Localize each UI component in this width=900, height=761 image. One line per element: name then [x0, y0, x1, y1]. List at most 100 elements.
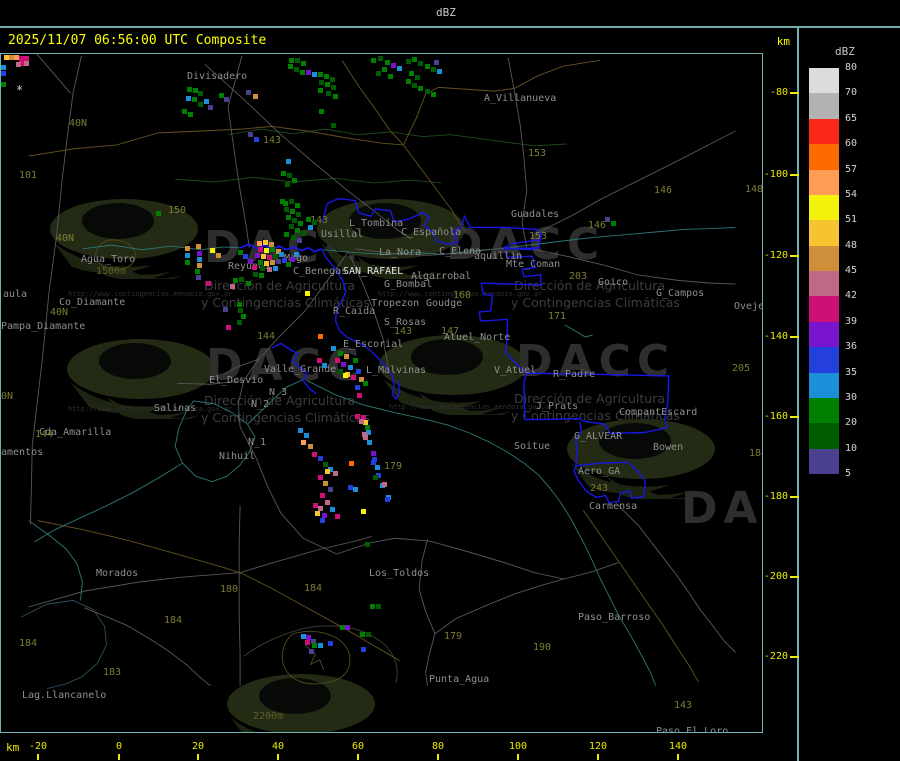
radar-pixel	[331, 85, 336, 90]
legend-value-label: 10	[845, 442, 858, 454]
radar-pixel	[312, 452, 317, 457]
radar-pixel	[243, 254, 248, 259]
radar-pixel	[319, 109, 324, 114]
legend-value-label: 39	[845, 315, 858, 327]
right-axis-label: -180	[763, 491, 788, 502]
legend-color-45	[809, 271, 839, 297]
place-label: El_Desvio	[209, 375, 264, 386]
legend-color-20	[809, 423, 839, 449]
place-label: J_Prats	[536, 401, 579, 412]
route-number-label: 205	[732, 363, 751, 374]
radar-pixel	[308, 225, 313, 230]
right-axis-label: -140	[763, 331, 788, 342]
radar-pixel	[611, 221, 616, 226]
radar-pixel	[273, 266, 278, 271]
bottom-axis-label: 100	[508, 741, 528, 752]
rivers-layer	[175, 128, 567, 184]
radar-pixel	[406, 59, 411, 64]
bottom-axis-label: 20	[191, 741, 205, 752]
place-label: CompantEscard	[619, 407, 698, 418]
legend-value-label: 57	[845, 163, 858, 175]
legend-color-48	[809, 245, 839, 271]
radar-pixel	[431, 67, 436, 72]
right-axis-tick	[790, 336, 799, 338]
route-number-label: 179	[444, 631, 463, 642]
legend-color-51	[809, 220, 839, 246]
legend-value-label: 36	[845, 341, 858, 353]
radar-pixel	[315, 511, 320, 516]
right-axis-tick	[790, 656, 799, 658]
radar-pixel	[367, 440, 372, 445]
radar-pixel	[198, 91, 203, 96]
radar-pixel	[361, 509, 366, 514]
radar-pixel	[325, 469, 330, 474]
radar-pixel	[237, 320, 242, 325]
radar-pixel	[298, 428, 303, 433]
legend-value-label: 30	[845, 391, 858, 403]
radar-app: { "titlebar": {"title": "dBZ"}, "statusb…	[0, 0, 900, 761]
radar-pixel	[286, 215, 291, 220]
radar-pixel	[223, 307, 228, 312]
radar-pixel	[323, 481, 328, 486]
radar-pixel	[290, 209, 295, 214]
right-axis-tick	[790, 255, 799, 257]
radar-pixel	[341, 362, 346, 367]
route-number-label: 144	[35, 429, 54, 440]
radar-pixel	[294, 67, 299, 72]
radar-map-canvas[interactable]: DACC Dirección de Agricultura y Contingenc…	[0, 53, 763, 733]
legend-color-36	[809, 347, 839, 373]
radar-pixel	[259, 273, 264, 278]
radar-pixel	[197, 263, 202, 268]
radar-pixel	[248, 259, 253, 264]
place-label: Morados	[96, 568, 139, 579]
radar-pixel	[192, 97, 197, 102]
place-label: Oveje	[734, 301, 763, 312]
route-number-label: 147	[441, 326, 460, 337]
radar-pixel	[197, 257, 202, 262]
right-axis-tick	[790, 174, 799, 176]
radar-pixel	[361, 647, 366, 652]
bottom-axis-tick	[357, 754, 359, 760]
right-axis-label: -220	[763, 651, 788, 662]
radar-pixel	[276, 259, 281, 264]
radar-pixel	[333, 94, 338, 99]
bottom-axis-tick	[118, 754, 120, 760]
radar-pixel	[376, 604, 381, 609]
legend-color-35	[809, 372, 839, 398]
radar-pixel	[351, 375, 356, 380]
legend-color-bar	[809, 68, 839, 474]
radar-pixel	[270, 260, 275, 265]
bottom-axis-tick	[437, 754, 439, 760]
place-label: Co_Diamante	[59, 297, 126, 308]
place-label: Carmensa	[589, 501, 638, 512]
radar-pixel	[382, 482, 387, 487]
bottom-axis-label: 0	[115, 741, 123, 752]
legend-color-39	[809, 321, 839, 348]
radar-pixel	[297, 238, 302, 243]
radar-pixel	[24, 61, 29, 66]
radar-pixel	[318, 334, 323, 339]
route-number-label: 190	[533, 642, 552, 653]
radar-pixel	[284, 232, 289, 237]
radar-pixel	[331, 346, 336, 351]
km-bottom-label: km	[6, 741, 20, 754]
bottom-axis-tick	[597, 754, 599, 760]
place-label: L_Tombina	[349, 218, 404, 229]
radar-pixel	[291, 235, 296, 240]
elevation-label: 2200m	[253, 711, 284, 722]
radar-pixel	[326, 91, 331, 96]
radar-pixel	[388, 74, 393, 79]
route-number-label: 101	[19, 170, 38, 181]
radar-pixel	[289, 199, 294, 204]
radar-pixel	[371, 58, 376, 63]
map-lines-layer	[20, 54, 736, 689]
brown-roads-layer	[28, 60, 699, 683]
place-label: Salinas	[154, 403, 197, 414]
place-label: amentos	[1, 447, 44, 458]
radar-pixel	[325, 500, 330, 505]
place-label: Los_Toldos	[369, 568, 430, 579]
place-label: N_3	[269, 387, 288, 398]
radar-pixel	[296, 212, 301, 217]
radar-pixel	[264, 248, 269, 253]
radar-pixel	[267, 267, 272, 272]
